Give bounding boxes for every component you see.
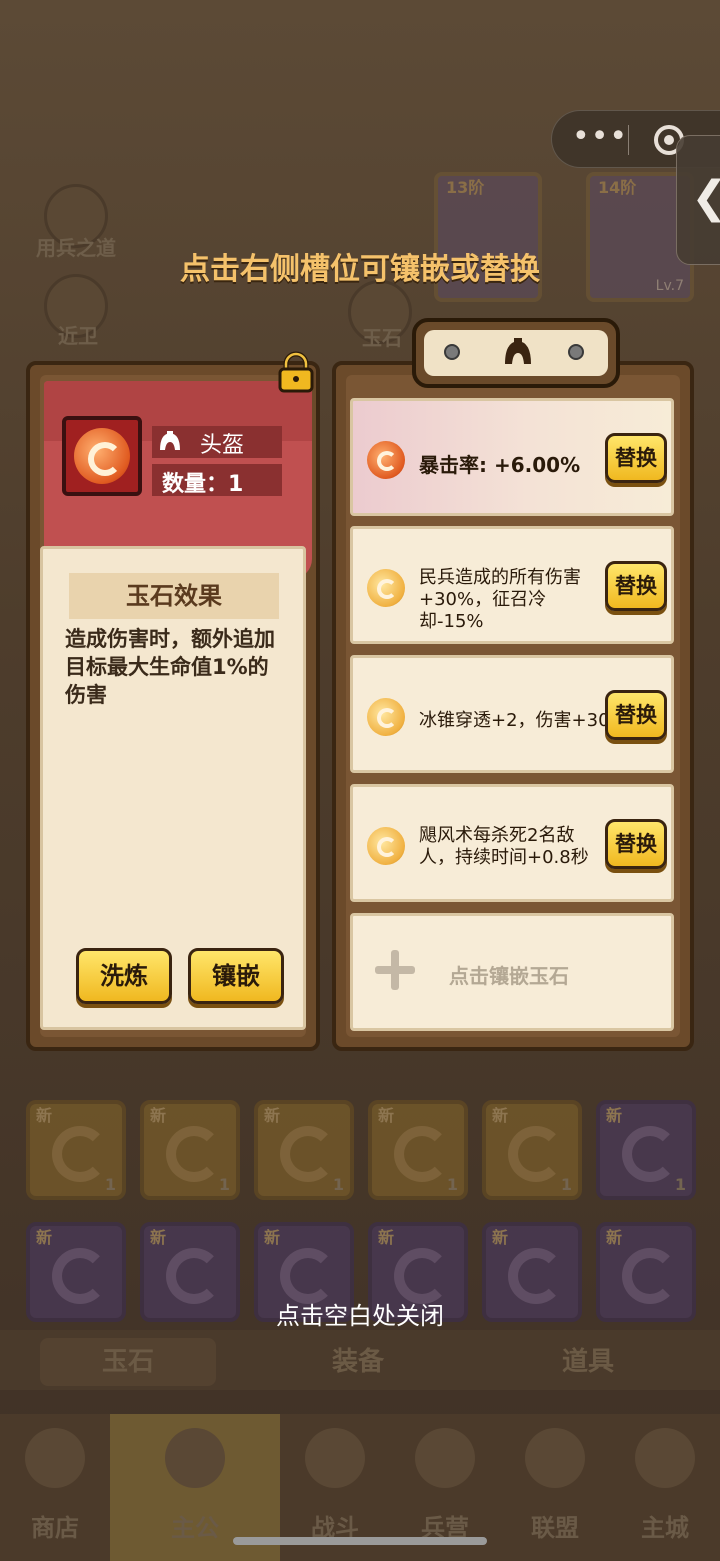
effect-description: 造成伤害时，额外追加目标最大生命值1%的伤害 bbox=[65, 627, 275, 707]
gem-count: 数量：1 bbox=[162, 472, 244, 497]
hint-top: 点击右侧槽位可镶嵌或替换 bbox=[180, 252, 540, 287]
bg-card-stage: 14阶 bbox=[598, 178, 637, 197]
gem-slot-2[interactable]: 民兵造成的所有伤害+30%，征召冷却-15% 替换 bbox=[350, 526, 674, 644]
gem-portrait bbox=[62, 416, 142, 496]
slot-stat: 冰锥穿透+2，伤害+30% bbox=[419, 710, 627, 731]
close-hint[interactable]: 点击空白处关闭 bbox=[0, 1296, 720, 1331]
chevron-left-icon: ❮ bbox=[691, 172, 720, 223]
bg-gem-slot: 新1 bbox=[254, 1100, 354, 1200]
more-icon[interactable]: ••• bbox=[572, 122, 628, 152]
city-icon bbox=[635, 1428, 695, 1488]
bg-label-guard: 近卫 bbox=[58, 324, 98, 348]
jade-gem-icon bbox=[367, 441, 405, 479]
tab-jade[interactable]: 玉石 bbox=[40, 1338, 216, 1386]
bg-gem-slot: 新1 bbox=[368, 1100, 468, 1200]
nav-city[interactable]: 主城 bbox=[610, 1414, 720, 1561]
gem-count-bar: 数量：1 bbox=[152, 464, 282, 497]
slot-type-plaque bbox=[412, 318, 620, 388]
replace-button[interactable]: 替换 bbox=[605, 433, 667, 483]
shop-icon bbox=[25, 1428, 85, 1488]
bolt-icon bbox=[568, 344, 584, 360]
bg-label-jade: 玉石 bbox=[362, 326, 402, 350]
capsule-divider bbox=[628, 125, 629, 155]
nav-alliance[interactable]: 联盟 bbox=[500, 1414, 610, 1561]
tab-equipment[interactable]: 装备 bbox=[270, 1338, 446, 1386]
slot-stat: 民兵造成的所有伤害+30%，征召冷却-15% bbox=[419, 567, 581, 632]
jade-gem-icon bbox=[367, 569, 405, 607]
bolt-icon bbox=[444, 344, 460, 360]
lock-icon[interactable] bbox=[274, 350, 318, 394]
helmet-icon bbox=[160, 431, 180, 450]
replace-button[interactable]: 替换 bbox=[605, 819, 667, 869]
jade-gem-icon bbox=[367, 698, 405, 736]
barracks-icon bbox=[415, 1428, 475, 1488]
replace-button[interactable]: 替换 bbox=[605, 690, 667, 740]
plus-icon bbox=[375, 950, 415, 990]
gem-slot-1[interactable]: 暴击率: +6.00% 替换 bbox=[350, 398, 674, 516]
bg-card-stage: 13阶 bbox=[446, 178, 485, 197]
gem-slot-4[interactable]: 飓风术每杀死2名敌人，持续时间+0.8秒 替换 bbox=[350, 784, 674, 902]
inventory-tabs: 玉石 装备 道具 bbox=[0, 1330, 720, 1390]
bg-gem-slot: 新1 bbox=[596, 1100, 696, 1200]
slot-stat: 暴击率: +6.00% bbox=[419, 453, 581, 477]
nav-shop[interactable]: 商店 bbox=[0, 1414, 110, 1561]
lord-icon bbox=[165, 1428, 225, 1488]
slot-name-bar: 头盔 bbox=[152, 426, 282, 458]
bg-gem-slot: 新1 bbox=[482, 1100, 582, 1200]
home-indicator[interactable] bbox=[233, 1537, 487, 1545]
effect-title: 玉石效果 bbox=[69, 573, 279, 619]
helmet-icon bbox=[505, 338, 531, 364]
gem-slot-empty[interactable]: 点击镶嵌玉石 bbox=[350, 913, 674, 1031]
inlay-button[interactable]: 镶嵌 bbox=[188, 948, 284, 1004]
empty-slot-label: 点击镶嵌玉石 bbox=[449, 964, 569, 988]
bg-gem-slot: 新1 bbox=[26, 1100, 126, 1200]
slot-name: 头盔 bbox=[200, 433, 245, 458]
alliance-icon bbox=[525, 1428, 585, 1488]
tab-items[interactable]: 道具 bbox=[500, 1338, 676, 1386]
refine-button[interactable]: 洗炼 bbox=[76, 948, 172, 1004]
battle-icon bbox=[305, 1428, 365, 1488]
jade-gem-icon bbox=[367, 827, 405, 865]
slot-stat: 飓风术每杀死2名敌人，持续时间+0.8秒 bbox=[419, 825, 589, 868]
jade-gem-icon bbox=[74, 428, 130, 484]
gem-slot-3[interactable]: 冰锥穿透+2，伤害+30% 替换 bbox=[350, 655, 674, 773]
bg-gem-slot: 新1 bbox=[140, 1100, 240, 1200]
replace-button[interactable]: 替换 bbox=[605, 561, 667, 611]
